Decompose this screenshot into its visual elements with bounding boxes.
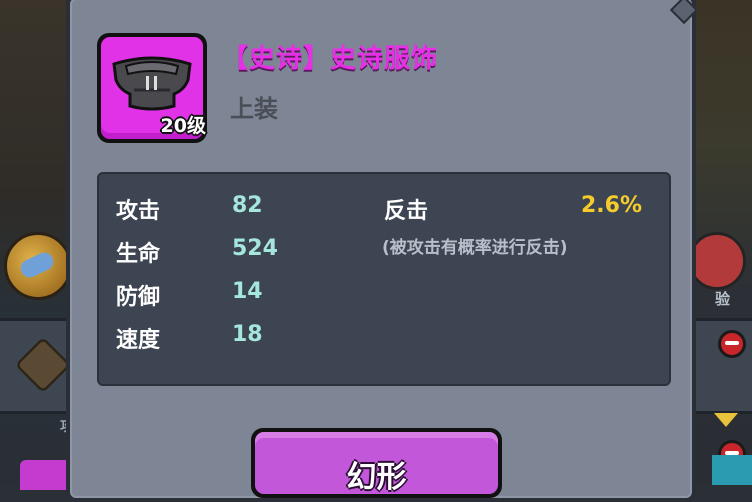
stat-hp-label: 生命 — [116, 242, 161, 267]
background-label-right: 验 — [714, 290, 730, 308]
transform-button[interactable]: 幻形 — [251, 428, 502, 498]
item-title: 【史诗】史诗服饰 — [222, 44, 439, 74]
special-counter-label: 反击 — [384, 199, 429, 224]
stat-hp-value: 524 — [232, 236, 278, 261]
transform-button-label: 幻形 — [346, 460, 407, 495]
stat-speed-value: 18 — [232, 322, 263, 347]
background-stop-icon — [688, 232, 746, 290]
stat-speed-label: 速度 — [116, 328, 161, 353]
special-counter-value: 2.6% — [580, 193, 642, 218]
item-type: 上装 — [230, 95, 278, 123]
background-teal-tile — [712, 455, 752, 485]
stat-attack-label: 攻击 — [116, 199, 161, 224]
stat-attack-value: 82 — [232, 193, 263, 218]
stat-defense-value: 14 — [232, 279, 263, 304]
background-minus-badge-icon — [718, 330, 746, 358]
stat-defense-label: 防御 — [116, 285, 161, 310]
special-counter-description: (被攻击有概率进行反击) — [382, 238, 568, 258]
armor-shirt-icon — [112, 56, 192, 111]
background-purple-tile — [20, 460, 70, 490]
item-level: 20级 — [160, 115, 206, 137]
background-arrow-down-icon — [714, 413, 738, 427]
